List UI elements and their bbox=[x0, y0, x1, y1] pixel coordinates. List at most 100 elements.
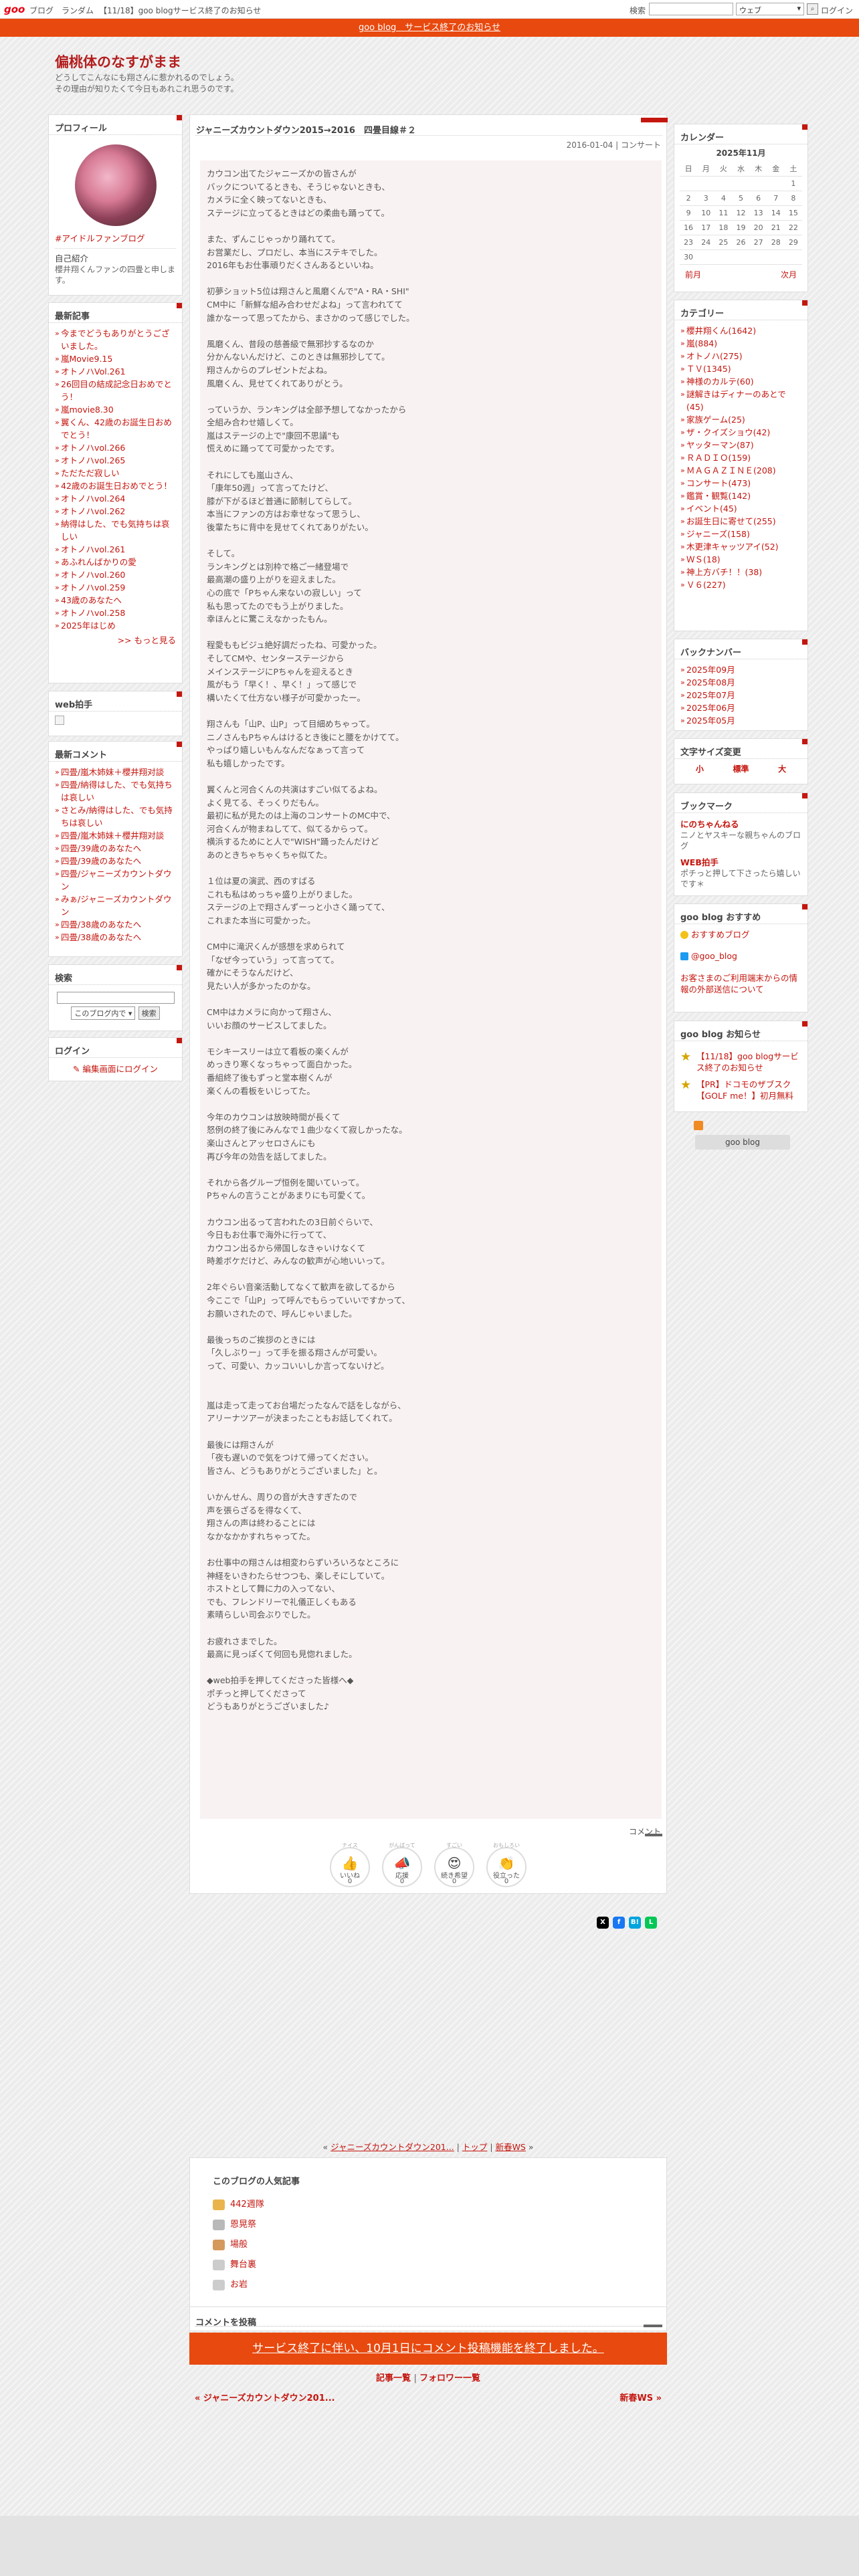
recent-post-item[interactable]: 今までどうもありがとうございました。 bbox=[55, 327, 176, 352]
calendar-day[interactable]: 17 bbox=[697, 220, 715, 235]
calendar-day[interactable]: 29 bbox=[784, 235, 802, 250]
category-item[interactable]: ＲＡＤＩＯ(159) bbox=[680, 451, 801, 464]
category-item[interactable]: ＭＡＧＡＺＩＮＥ(208) bbox=[680, 464, 801, 477]
calendar-day[interactable]: 21 bbox=[767, 220, 785, 235]
category-item[interactable]: ＴＶ(1345) bbox=[680, 362, 801, 375]
category-link[interactable]: #アイドルファンブログ bbox=[55, 231, 176, 244]
calendar-day[interactable]: 1 bbox=[784, 176, 802, 191]
backnumber-item[interactable]: 2025年06月 bbox=[680, 702, 801, 714]
prev-article-link[interactable]: « ジャニーズカウントダウン201... bbox=[195, 2391, 335, 2403]
comment-closed-banner[interactable]: サービス終了に伴い、10月1日にコメント投稿機能を終了しました。 bbox=[189, 2333, 667, 2365]
recent-comment-item[interactable]: みぁ/ジャニーズカウントダウン bbox=[55, 893, 176, 918]
recent-comment-item[interactable]: 四畳/嵐木姉妹＋櫻井翔对談 bbox=[55, 766, 176, 778]
recent-post-item[interactable]: 43歳のあなたへ bbox=[55, 594, 176, 607]
calendar-day[interactable]: 6 bbox=[749, 191, 767, 206]
category-item[interactable]: お誕生日に寄せて(255) bbox=[680, 515, 801, 528]
category-item[interactable]: 櫻井翔くん(1642) bbox=[680, 324, 801, 337]
external-transmission-link[interactable]: お客さまのご利用端末からの情報の外部送信について bbox=[680, 972, 801, 995]
recent-post-item[interactable]: 嵐movie8.30 bbox=[55, 403, 176, 416]
blog-search-input[interactable] bbox=[56, 992, 175, 1004]
calendar-day[interactable]: 26 bbox=[732, 235, 750, 250]
recent-post-item[interactable]: オトノハvol.260 bbox=[55, 568, 176, 581]
category-item[interactable]: 謎解きはディナーのあとで(45) bbox=[680, 388, 801, 413]
recent-post-item[interactable]: 42歳のお誕生日おめでとう！ bbox=[55, 479, 176, 492]
recent-comment-item[interactable]: 四畳/納得はした、でも気持ちは哀しい bbox=[55, 778, 176, 804]
calendar-day[interactable]: 12 bbox=[732, 205, 750, 221]
category-item[interactable]: ヤッターマン(87) bbox=[680, 439, 801, 451]
calendar-day[interactable]: 8 bbox=[784, 191, 802, 206]
blog-search-button[interactable]: 検索 bbox=[138, 1006, 160, 1020]
font-small-button[interactable]: 小 bbox=[696, 763, 704, 774]
prev-post-link[interactable]: ジャニーズカウントダウン201... bbox=[330, 2142, 454, 2152]
follower-list-link[interactable]: フォロワー一覧 bbox=[419, 2373, 480, 2383]
post-list-link[interactable]: 記事一覧 bbox=[376, 2373, 411, 2383]
calendar-day[interactable]: 3 bbox=[697, 191, 715, 206]
line-share-icon[interactable]: L bbox=[645, 1917, 657, 1929]
reaction-button[interactable]: おもしろい 👏 役立った 0 bbox=[486, 1842, 527, 1901]
more-link[interactable]: >> もっと見る bbox=[55, 633, 176, 646]
recent-post-item[interactable]: あふれんばかりの愛 bbox=[55, 556, 176, 568]
recent-post-item[interactable]: オトノハvol.259 bbox=[55, 581, 176, 594]
news-item[interactable]: ★ 【PR】ドコモのザブスク【GOLF me！】初月無料 bbox=[680, 1079, 801, 1101]
bookmark-link[interactable]: にのちゃんねる bbox=[680, 817, 801, 830]
recent-comment-item[interactable]: 四畳/38歳のあなたへ bbox=[55, 918, 176, 931]
category-item[interactable]: 鑑賞・観覧(142) bbox=[680, 490, 801, 502]
next-article-link[interactable]: 新春WS » bbox=[619, 2391, 662, 2403]
search-icon[interactable]: ⌕ bbox=[807, 3, 818, 15]
reaction-button[interactable]: すごい 😍 続き希望 0 bbox=[434, 1842, 475, 1901]
blog-title[interactable]: 偏桃体のなすがまま bbox=[55, 51, 181, 72]
popular-post-item[interactable]: 場般 bbox=[213, 2238, 248, 2252]
recent-post-item[interactable]: オトノハvol.266 bbox=[55, 441, 176, 454]
web-clap-image[interactable] bbox=[55, 716, 64, 725]
category-item[interactable]: ジャニーズ(158) bbox=[680, 528, 801, 540]
login-link[interactable]: ログイン bbox=[821, 5, 853, 16]
calendar-day[interactable]: 7 bbox=[767, 191, 785, 206]
backnumber-item[interactable]: 2025年07月 bbox=[680, 689, 801, 702]
recent-post-item[interactable]: 26回目の結成記念日おめでとう！ bbox=[55, 378, 176, 403]
recommend-blog-link[interactable]: おすすめブログ bbox=[680, 928, 801, 942]
next-post-link[interactable]: 新春WS bbox=[496, 2142, 526, 2152]
calendar-day[interactable]: 23 bbox=[680, 235, 698, 250]
recent-post-item[interactable]: 2025年はじめ bbox=[55, 619, 176, 632]
recent-comment-item[interactable]: 四畳/39歳のあなたへ bbox=[55, 842, 176, 855]
font-large-button[interactable]: 大 bbox=[778, 763, 786, 774]
calendar-day[interactable]: 10 bbox=[697, 205, 715, 221]
popular-post-item[interactable]: 舞台裏 bbox=[213, 2258, 256, 2272]
calendar-day[interactable]: 4 bbox=[714, 191, 733, 206]
calendar-day[interactable]: 2 bbox=[680, 191, 698, 206]
recent-post-item[interactable]: オトノハVol.261 bbox=[55, 365, 176, 378]
recent-post-item[interactable]: オトノハvol.264 bbox=[55, 492, 176, 505]
recent-post-item[interactable]: オトノハvol.265 bbox=[55, 454, 176, 467]
category-item[interactable]: オトノハ(275) bbox=[680, 350, 801, 362]
recent-post-item[interactable]: オトノハvol.262 bbox=[55, 505, 176, 518]
facebook-share-icon[interactable]: f bbox=[613, 1917, 625, 1929]
search-scope-dropdown[interactable]: このブログ内で ▾ bbox=[71, 1006, 136, 1020]
goo-logo[interactable]: goo bbox=[4, 3, 25, 15]
recent-post-item[interactable]: 翼くん、42歳のお誕生日おめでとう！ bbox=[55, 416, 176, 441]
calendar-day[interactable]: 16 bbox=[680, 220, 698, 235]
calendar-day[interactable]: 11 bbox=[714, 205, 733, 221]
backnumber-item[interactable]: 2025年08月 bbox=[680, 676, 801, 689]
global-search-input[interactable] bbox=[649, 3, 733, 15]
recent-comment-item[interactable]: 四畳/嵐木姉妹＋櫻井翔对談 bbox=[55, 829, 176, 842]
category-item[interactable]: 木更津キャッツアイ(52) bbox=[680, 540, 801, 553]
goo-blog-badge[interactable]: goo blog bbox=[695, 1135, 790, 1150]
reaction-button[interactable]: がんばって 📣 応援 0 bbox=[381, 1842, 423, 1901]
calendar-day[interactable]: 28 bbox=[767, 235, 785, 250]
calendar-day[interactable]: 15 bbox=[784, 205, 802, 221]
service-end-banner[interactable]: goo blog サービス終了のお知らせ bbox=[0, 19, 859, 37]
popular-post-item[interactable]: 恩晃祭 bbox=[213, 2218, 256, 2232]
calendar-day[interactable]: 27 bbox=[749, 235, 767, 250]
edit-login-link[interactable]: 編集画面にログイン bbox=[82, 1064, 158, 1074]
calendar-day[interactable]: 9 bbox=[680, 205, 698, 221]
bookmark-link[interactable]: WEB拍手 bbox=[680, 855, 801, 868]
recent-post-item[interactable]: 納得はした、でも気持ちは哀しい bbox=[55, 518, 176, 543]
hatena-share-icon[interactable]: B! bbox=[629, 1917, 641, 1929]
category-item[interactable]: 神様のカルテ(60) bbox=[680, 375, 801, 388]
calendar-day[interactable]: 30 bbox=[680, 249, 698, 265]
news-item[interactable]: ★ 【11/18】goo blogサービス終了のお知らせ bbox=[680, 1051, 801, 1073]
random-link[interactable]: ランダム bbox=[62, 5, 94, 16]
rss-icon[interactable] bbox=[694, 1121, 703, 1130]
entry-meta[interactable]: 2016-01-04 | コンサート bbox=[567, 139, 661, 150]
recent-post-item[interactable]: ただただ寂しい bbox=[55, 467, 176, 479]
